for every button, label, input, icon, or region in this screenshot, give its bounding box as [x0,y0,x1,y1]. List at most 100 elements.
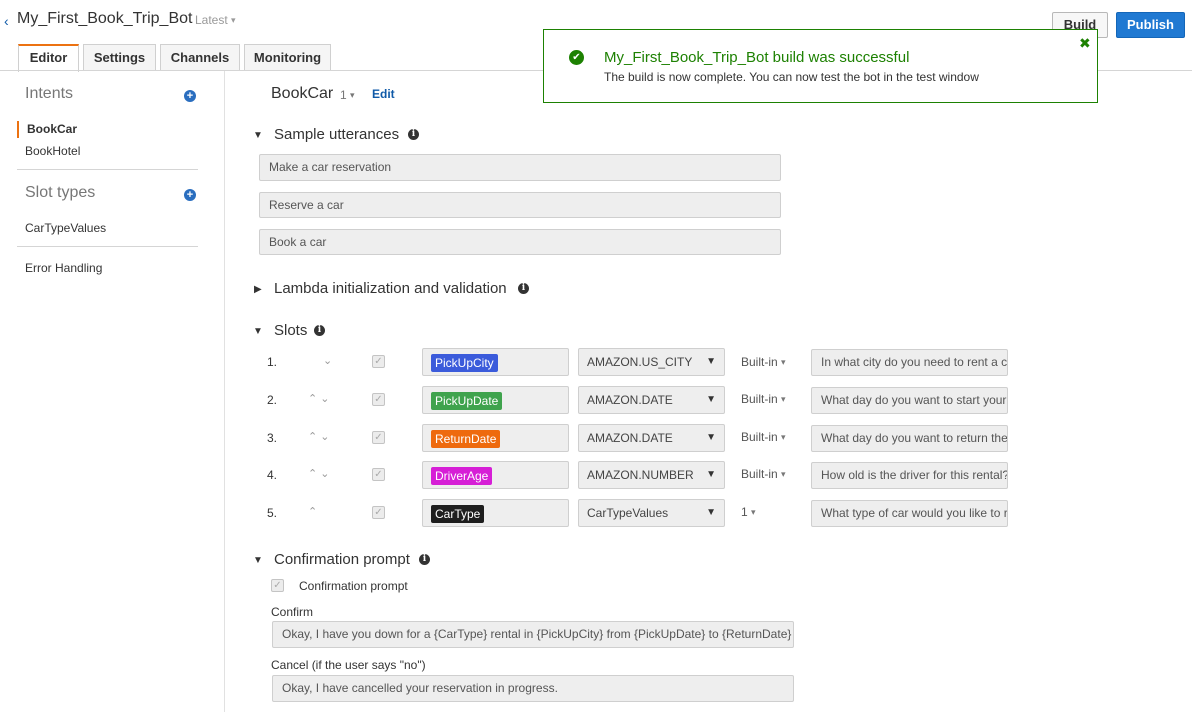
dropdown-triangle-icon: ▼ [706,469,716,480]
slot-type-select[interactable]: AMAZON.DATE ▼ [578,386,725,414]
slot-reorder-arrows-icon[interactable]: ⌃ ⌄ [308,392,330,405]
sample-utterances-title: Sample utterances [274,126,400,143]
intent-version-label: 1 [340,88,347,102]
collapse-triangle-icon[interactable]: ▼ [253,130,263,141]
sidebar-item-bookcar[interactable]: BookCar [27,122,77,136]
info-icon[interactable]: i [408,129,419,140]
toast-message: The build is now complete. You can now t… [604,70,979,84]
chevron-down-icon: ▾ [781,394,786,404]
tab-monitoring[interactable]: Monitoring [244,44,331,71]
dropdown-triangle-icon: ▼ [706,394,716,405]
collapse-triangle-icon[interactable]: ▼ [253,555,263,566]
sidebar-item-bookhotel[interactable]: BookHotel [25,144,80,158]
info-icon[interactable]: i [314,325,325,336]
slot-prompt-field[interactable]: In what city do you need to rent a car? [811,349,1008,376]
sidebar-divider-2 [17,246,198,247]
edit-intent-link[interactable]: Edit [372,87,395,101]
slot-name-field[interactable]: ReturnDate [422,424,569,452]
utterance-field[interactable]: Reserve a car [259,192,781,218]
slot-version-dropdown[interactable]: Built-in ▾ [741,430,786,444]
version-dropdown-label: Latest [195,13,228,27]
intent-name: BookCar [271,85,334,102]
slot-number: 2. [267,393,278,407]
dropdown-triangle-icon: ▼ [706,432,716,443]
slot-prompt-field[interactable]: What type of car would you like to rent? [811,500,1008,527]
slot-name-field[interactable]: PickUpDate [422,386,569,414]
info-icon[interactable]: i [419,554,430,565]
add-intent-plus-icon[interactable]: + [184,90,196,102]
slot-version-dropdown[interactable]: Built-in ▾ [741,467,786,481]
slot-type-value: AMAZON.US_CITY [587,355,693,369]
slot-number: 1. [267,355,278,369]
sidebar-item-error-handling[interactable]: Error Handling [25,261,102,275]
sidebar-divider [224,71,225,712]
slot-prompt-field[interactable]: What day do you want to start your renta… [811,387,1008,414]
slot-required-checkbox[interactable]: ✓ [372,393,385,406]
slot-prompt-field[interactable]: What day do you want to return the car? [811,425,1008,452]
slot-version-label: Built-in [741,430,778,444]
chevron-down-icon: ▾ [231,15,236,25]
utterance-field[interactable]: Book a car [259,229,781,255]
sidebar-item-cartypevalues[interactable]: CarTypeValues [25,221,106,235]
publish-button[interactable]: Publish [1116,12,1185,38]
chevron-down-icon: ▾ [751,507,756,517]
intent-version-dropdown[interactable]: 1 ▾ [340,88,355,102]
slot-reorder-arrows-icon[interactable]: ⌃ [308,505,317,518]
build-success-toast: ✔ My_First_Book_Trip_Bot build was succe… [543,29,1098,103]
slot-version-dropdown[interactable]: Built-in ▾ [741,392,786,406]
slot-version-label: Built-in [741,355,778,369]
back-chevron-icon[interactable]: ‹ [4,13,9,29]
cancel-prompt-field[interactable]: Okay, I have cancelled your reservation … [272,675,794,702]
slot-required-checkbox[interactable]: ✓ [372,468,385,481]
slot-name-tag: CarType [431,505,485,523]
sidebar-divider-1 [17,169,198,170]
tab-editor[interactable]: Editor [18,44,79,72]
slot-reorder-arrows-icon[interactable]: ⌄ [323,354,332,367]
slot-number: 4. [267,468,278,482]
add-slot-type-plus-icon[interactable]: + [184,189,196,201]
slot-name-field[interactable]: PickUpCity [422,348,569,376]
chevron-down-icon: ▾ [781,469,786,479]
confirm-label: Confirm [271,605,314,619]
intents-heading: Intents [25,85,74,102]
slots-title: Slots [274,322,308,339]
slot-type-value: AMAZON.DATE [587,431,673,445]
confirmation-prompt-title: Confirmation prompt [274,551,410,568]
close-icon[interactable]: ✖ [1079,35,1091,52]
slot-required-checkbox[interactable]: ✓ [372,431,385,444]
slot-type-select[interactable]: CarTypeValues ▼ [578,499,725,527]
confirmation-prompt-checkbox[interactable]: ✓ [271,579,284,592]
slot-number: 5. [267,506,278,520]
slot-version-label: 1 [741,505,748,519]
slot-name-field[interactable]: CarType [422,499,569,527]
slot-type-value: AMAZON.NUMBER [587,468,694,482]
toast-title: My_First_Book_Trip_Bot build was success… [604,49,910,66]
confirm-prompt-field[interactable]: Okay, I have you down for a {CarType} re… [272,621,794,648]
slot-type-value: AMAZON.DATE [587,393,673,407]
slot-type-select[interactable]: AMAZON.DATE ▼ [578,424,725,452]
tab-settings[interactable]: Settings [83,44,156,71]
slot-type-select[interactable]: AMAZON.NUMBER ▼ [578,461,725,489]
confirmation-prompt-checkbox-label: Confirmation prompt [299,579,408,593]
chevron-down-icon: ▾ [781,357,786,367]
slot-prompt-field[interactable]: How old is the driver for this rental? [811,462,1008,489]
tab-channels[interactable]: Channels [160,44,240,71]
slot-required-checkbox[interactable]: ✓ [372,355,385,368]
slot-number: 3. [267,431,278,445]
cancel-label: Cancel (if the user says "no") [271,658,426,672]
utterance-field[interactable]: Make a car reservation [259,154,781,181]
slot-reorder-arrows-icon[interactable]: ⌃ ⌄ [308,467,330,480]
slot-name-field[interactable]: DriverAge [422,461,569,489]
slot-required-checkbox[interactable]: ✓ [372,506,385,519]
active-intent-indicator [17,121,19,138]
slot-types-heading: Slot types [25,184,96,201]
expand-triangle-icon[interactable]: ▶ [254,284,262,295]
version-dropdown[interactable]: Latest ▾ [195,13,236,27]
slot-version-dropdown[interactable]: Built-in ▾ [741,355,786,369]
slot-reorder-arrows-icon[interactable]: ⌃ ⌄ [308,430,330,443]
slot-version-dropdown[interactable]: 1 ▾ [741,505,756,519]
collapse-triangle-icon[interactable]: ▼ [253,326,263,337]
info-icon[interactable]: i [518,283,529,294]
slot-name-tag: PickUpCity [431,354,498,372]
slot-type-select[interactable]: AMAZON.US_CITY ▼ [578,348,725,376]
